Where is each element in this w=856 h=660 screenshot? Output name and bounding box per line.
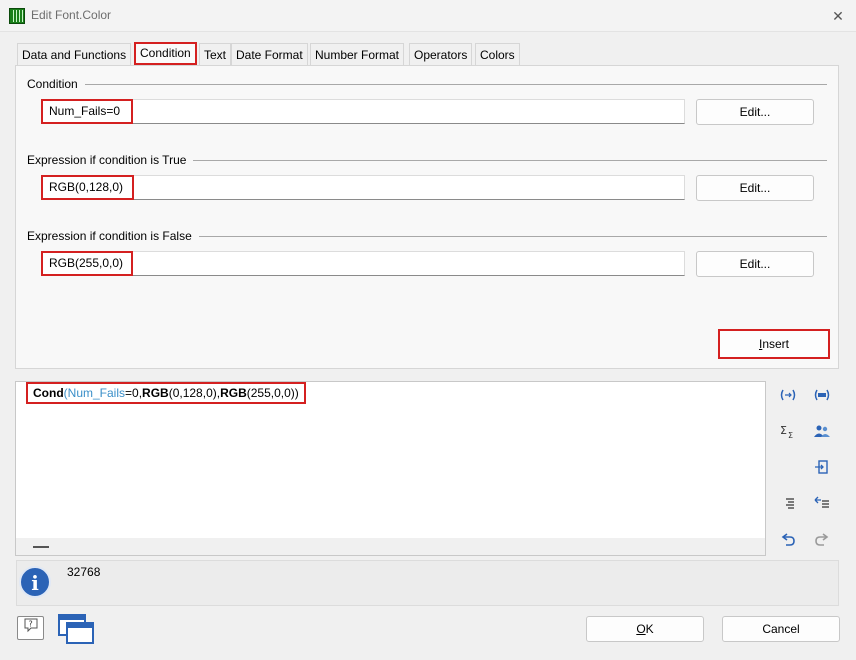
sum-icon[interactable]: ΣΣ xyxy=(777,423,799,445)
true-expression-input[interactable] xyxy=(41,175,685,200)
window-title: Edit Font.Color xyxy=(31,8,112,22)
tab-number-format[interactable]: Number Format xyxy=(310,43,405,65)
true-expression-value: RGB(0,128,0) xyxy=(41,175,134,200)
result-value: 32768 xyxy=(67,565,101,579)
tab-text[interactable]: Text xyxy=(199,43,232,65)
editor-status-bar xyxy=(16,538,765,555)
svg-text:Σ: Σ xyxy=(780,424,787,437)
redo-icon[interactable] xyxy=(811,531,833,553)
formula-editor[interactable] xyxy=(15,381,766,556)
svg-text:Σ: Σ xyxy=(788,431,793,439)
condition-edit-button[interactable]: Edit... xyxy=(696,99,814,125)
collapse-handle[interactable] xyxy=(33,546,49,548)
undo-icon[interactable] xyxy=(777,531,799,553)
cancel-button[interactable]: Cancel xyxy=(722,616,840,642)
formula-function-rgb-false: RGB xyxy=(220,386,247,400)
ok-label: K xyxy=(645,622,654,636)
ok-button[interactable]: OK xyxy=(586,616,704,642)
help-icon[interactable]: ? xyxy=(17,616,44,640)
true-expression-edit-button[interactable]: Edit... xyxy=(696,175,814,201)
tab-operators[interactable]: Operators xyxy=(409,43,473,65)
formula-args-false: (255,0,0)) xyxy=(246,386,299,400)
app-icon xyxy=(9,8,25,24)
condition-label: Condition xyxy=(27,77,85,91)
tab-condition[interactable]: Condition xyxy=(134,42,197,65)
formula-function-rgb-true: RGB xyxy=(142,386,169,400)
condition-input[interactable] xyxy=(41,99,685,124)
users-icon[interactable] xyxy=(811,423,833,445)
svg-text:?: ? xyxy=(28,620,32,629)
close-button[interactable]: ✕ xyxy=(826,6,850,26)
formula-function-cond: Cond xyxy=(33,386,64,400)
formula-args-true: (0,128,0), xyxy=(168,386,221,400)
info-panel xyxy=(16,560,839,606)
false-expression-value: RGB(255,0,0) xyxy=(41,251,133,276)
title-bar xyxy=(0,0,856,32)
insert-parameters-icon[interactable] xyxy=(777,387,799,409)
insert-button[interactable]: Insert xyxy=(718,329,830,359)
window-layout-icon[interactable] xyxy=(56,612,94,644)
formula-variable: Num_Fails xyxy=(67,386,126,400)
formula-operator: =0, xyxy=(125,386,143,400)
true-expression-label: Expression if condition is True xyxy=(27,153,194,167)
insert-row-icon[interactable] xyxy=(811,459,833,481)
false-expression-input[interactable] xyxy=(41,251,685,276)
insert-label: nsert xyxy=(762,337,790,351)
false-expression-label: Expression if condition is False xyxy=(27,229,199,243)
ok-mnemonic: O xyxy=(636,622,646,636)
false-expression-edit-button[interactable]: Edit... xyxy=(696,251,814,277)
info-icon: i xyxy=(19,566,51,598)
tab-date-format[interactable]: Date Format xyxy=(231,43,308,65)
insert-field-icon[interactable] xyxy=(811,387,833,409)
condition-value: Num_Fails=0 xyxy=(41,99,133,124)
condition-divider xyxy=(30,84,827,85)
tab-colors[interactable]: Colors xyxy=(475,43,520,65)
outdent-icon[interactable] xyxy=(811,495,833,517)
indent-icon[interactable] xyxy=(777,495,799,517)
tab-data-and-functions[interactable]: Data and Functions xyxy=(17,43,132,65)
formula-text: Cond(Num_Fails=0,RGB(0,128,0),RGB(255,0,… xyxy=(26,382,306,404)
